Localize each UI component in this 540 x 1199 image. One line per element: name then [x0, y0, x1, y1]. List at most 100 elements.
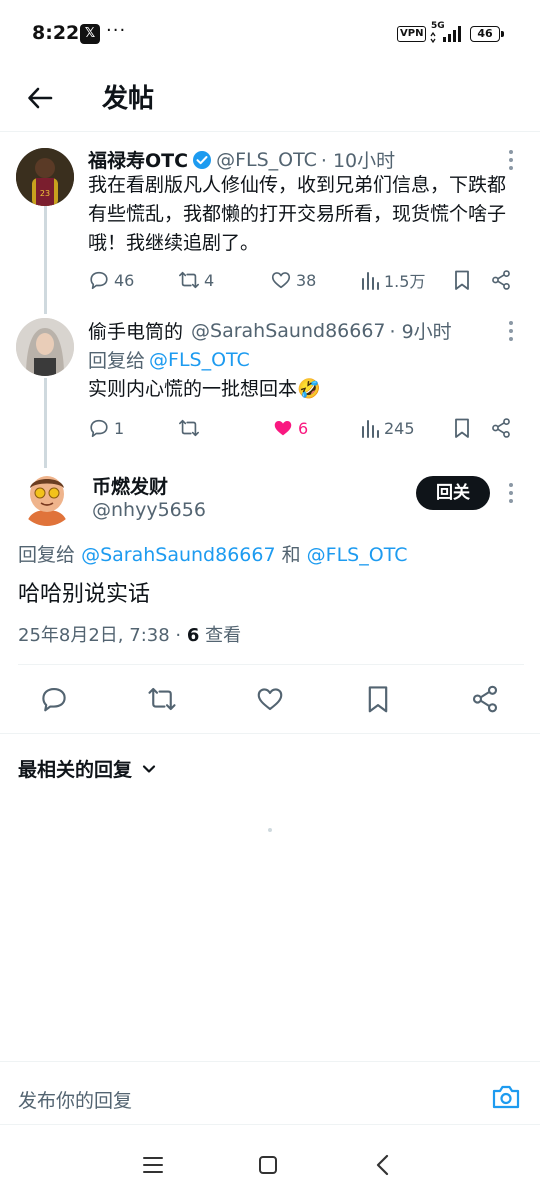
more-options-icon[interactable]: [507, 150, 515, 170]
reply-to-prefix: 回复给: [88, 350, 146, 372]
timestamp[interactable]: · 10小时: [321, 146, 395, 173]
status-time: 8:22: [32, 22, 80, 44]
like-count: 6: [298, 418, 309, 438]
reply-icon: [42, 687, 66, 712]
like-button[interactable]: [254, 683, 286, 715]
share-button[interactable]: [490, 267, 512, 293]
system-nav-bar: [0, 1130, 540, 1199]
thread-connector: [44, 206, 47, 314]
tweet-actions: 1 6 245: [88, 415, 518, 441]
repost-count: 4: [204, 270, 215, 290]
replies-sort-dropdown[interactable]: 最相关的回复: [18, 755, 158, 782]
bookmark-button[interactable]: [452, 267, 472, 293]
share-icon: [472, 685, 498, 713]
repost-icon: [148, 687, 176, 711]
reply-input[interactable]: 发布你的回复: [18, 1086, 132, 1113]
avatar[interactable]: [18, 468, 76, 526]
view-count: 1.5万: [384, 272, 426, 291]
tweet-header: 福禄寿OTC @FLS_OTC · 10小时: [88, 146, 395, 173]
more-options-icon[interactable]: [507, 321, 515, 341]
back-nav-button[interactable]: [368, 1150, 398, 1180]
tweet-text: 哈哈别说实话: [18, 582, 151, 607]
verified-badge-icon: [193, 150, 212, 169]
x-app-icon: 𝕏: [80, 24, 100, 44]
divider: [0, 733, 540, 734]
heart-filled-icon: [274, 420, 292, 436]
more-notifications-icon: ···: [106, 20, 127, 41]
heart-icon: [271, 272, 291, 289]
post-date[interactable]: 25年8月2日, 7:38 ·: [18, 625, 181, 646]
repost-icon: [179, 419, 199, 437]
views-chart-icon: [362, 420, 379, 438]
like-count: 38: [296, 270, 317, 290]
views-chart-icon: [362, 272, 379, 290]
share-icon: [492, 270, 510, 290]
bookmark-button[interactable]: [452, 415, 472, 441]
reply-compose-bar: 发布你的回复: [0, 1061, 540, 1125]
repost-button[interactable]: 4: [178, 267, 214, 293]
reply-button[interactable]: 46: [88, 267, 134, 293]
reply-to-and: 和: [281, 544, 301, 566]
arrow-left-icon: [28, 87, 53, 109]
tweet-text: 我在看剧版凡人修仙传，收到兄弟们信息，下跌都有些慌乱，我都懒的打开交易所看，现货…: [88, 174, 507, 254]
share-button[interactable]: [469, 683, 501, 715]
reply-to-line: 回复给 @SarahSaund86667 和 @FLS_OTC: [18, 540, 407, 567]
avatar-image: [18, 468, 76, 526]
avatar-image: [16, 318, 74, 376]
repost-icon: [179, 271, 199, 289]
repost-button[interactable]: [146, 683, 178, 715]
bookmark-icon: [455, 418, 469, 438]
reply-to-line: 回复给 @FLS_OTC: [88, 346, 250, 373]
views-button[interactable]: 245: [360, 415, 415, 441]
reply-button[interactable]: 1: [88, 415, 124, 441]
share-icon: [492, 418, 510, 438]
menu-icon: [143, 1157, 163, 1173]
heart-icon: [257, 688, 283, 711]
reply-button[interactable]: [38, 683, 70, 715]
camera-icon: [492, 1085, 520, 1109]
more-options-icon[interactable]: [507, 483, 515, 503]
reply-to-mention[interactable]: @SarahSaund86667: [81, 544, 276, 566]
status-bar: 8:22 𝕏 ··· VPN 5G 46: [0, 0, 540, 70]
tweet-text: 实则内心慌的一批想回本🤣: [88, 378, 321, 400]
battery-indicator: 46: [470, 26, 504, 42]
tweet-actions: 46 4 38 1.5万: [88, 267, 518, 293]
home-nav-button[interactable]: [253, 1150, 283, 1180]
bookmark-button[interactable]: [362, 683, 394, 715]
repost-button[interactable]: [178, 415, 204, 441]
reply-icon: [90, 271, 108, 290]
header: 发帖: [0, 70, 540, 132]
handle[interactable]: @nhyy5656: [92, 499, 206, 521]
view-count: 245: [384, 418, 415, 438]
timestamp[interactable]: · 9小时: [390, 317, 452, 344]
chevron-left-icon: [376, 1154, 389, 1176]
back-button[interactable]: [22, 80, 58, 116]
reply-to-mention[interactable]: @FLS_OTC: [149, 349, 250, 371]
avatar[interactable]: 23: [16, 148, 74, 206]
tweet-header: 偷手电筒的 @SarahSaund86667 · 9小时: [88, 317, 452, 344]
square-home-icon: [259, 1156, 277, 1174]
replies-sort-label: 最相关的回复: [18, 759, 133, 781]
menu-nav-button[interactable]: [138, 1150, 168, 1180]
page-title: 发帖: [102, 84, 155, 114]
views-button[interactable]: 1.5万: [360, 267, 425, 293]
reply-to-mention[interactable]: @FLS_OTC: [307, 544, 408, 566]
display-name[interactable]: 福禄寿OTC: [88, 146, 188, 173]
handle[interactable]: @FLS_OTC: [216, 149, 317, 171]
handle[interactable]: @SarahSaund86667: [191, 320, 386, 342]
views-label: 查看: [205, 625, 242, 646]
bookmark-icon: [455, 270, 469, 290]
camera-button[interactable]: [490, 1082, 522, 1112]
avatar[interactable]: [16, 318, 74, 376]
reply-count: 46: [114, 270, 135, 290]
share-button[interactable]: [490, 415, 512, 441]
bookmark-icon: [368, 686, 388, 713]
avatar-image: 23: [16, 148, 74, 206]
loading-indicator: [268, 828, 272, 832]
display-name[interactable]: 偷手电筒的: [88, 317, 183, 344]
like-button[interactable]: 6: [272, 415, 308, 441]
like-button[interactable]: 38: [270, 267, 316, 293]
view-count: 6: [186, 625, 200, 646]
display-name[interactable]: 币燃发财: [92, 472, 168, 499]
follow-back-button[interactable]: 回关: [416, 476, 490, 510]
